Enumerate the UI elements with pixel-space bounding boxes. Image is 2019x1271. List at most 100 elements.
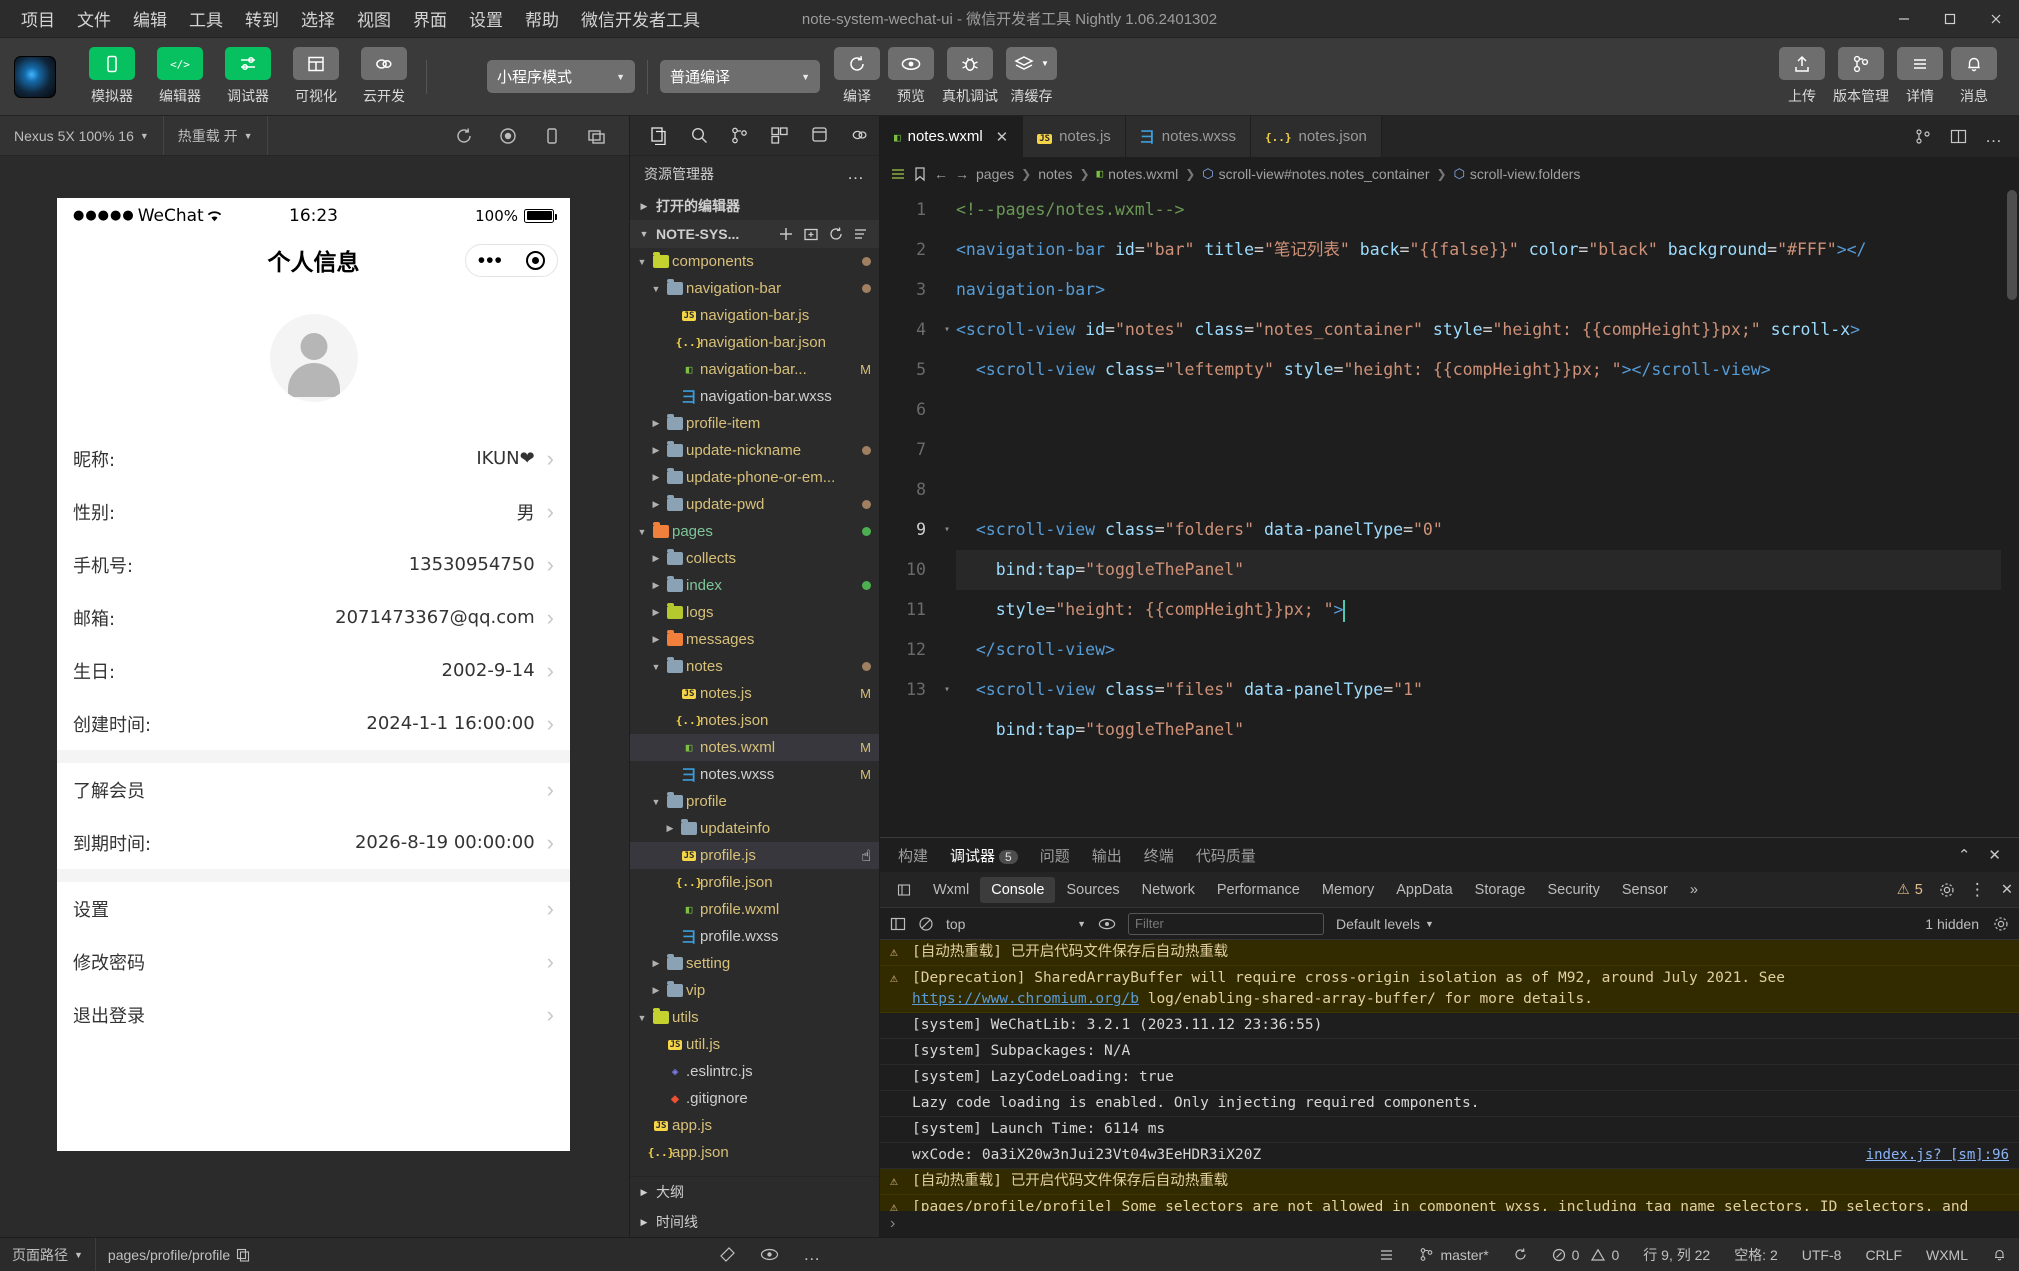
record-icon[interactable] xyxy=(499,127,517,145)
console-levels-select[interactable]: Default levels ▼ xyxy=(1336,916,1434,932)
fold-toggle[interactable] xyxy=(938,550,956,590)
collapse-panel-icon[interactable]: ⌃ xyxy=(1958,846,1971,864)
chevron-right-icon[interactable]: ▶ xyxy=(648,499,664,510)
bell-icon[interactable] xyxy=(1992,1247,2007,1262)
console-context-select[interactable]: top ▼ xyxy=(946,916,1086,932)
breadcrumb-item-2[interactable]: ◧ notes.wxml xyxy=(1097,166,1179,182)
chevron-down-icon[interactable]: ▼ xyxy=(634,1013,650,1023)
chevron-down-icon[interactable]: ▼ xyxy=(648,797,664,807)
layers-icon[interactable]: ▼ xyxy=(1006,47,1057,80)
copy-icon[interactable] xyxy=(236,1248,250,1262)
layout-icon[interactable] xyxy=(293,47,339,80)
editor-scrollbar[interactable] xyxy=(2007,190,2017,300)
tree-file[interactable]: ◈ .eslintrc.js xyxy=(630,1058,879,1085)
devtools-tab-5[interactable]: 代码质量 xyxy=(1196,845,1256,866)
sync-icon[interactable] xyxy=(1513,1247,1528,1262)
devtools-panel-tab-security[interactable]: Security xyxy=(1536,872,1610,907)
tree-file[interactable]: {..} app.json xyxy=(630,1139,879,1166)
toolbar-right-action-3[interactable]: 消息 xyxy=(1951,47,1997,106)
console-source-link[interactable]: index.js? [sm]:96 xyxy=(1866,1145,2009,1166)
fold-gutter[interactable]: ▾ ▾ ▾ xyxy=(938,190,956,837)
devtools-menu-icon[interactable] xyxy=(886,872,922,907)
open-editors-section[interactable]: ▶ 打开的编辑器 xyxy=(630,192,879,220)
tree-folder[interactable]: ▶ profile-item xyxy=(630,410,879,437)
toolbar-tool-3[interactable]: 可视化 xyxy=(286,47,346,106)
notification-bell[interactable] xyxy=(1980,1247,2019,1262)
tree-folder[interactable]: ▼ pages xyxy=(630,518,879,545)
tree-file[interactable]: {..} notes.json xyxy=(630,707,879,734)
toolbar-right-action-1[interactable]: 版本管理 xyxy=(1833,47,1889,106)
breadcrumb-list-icon[interactable] xyxy=(890,166,906,182)
console-filter-input[interactable]: Filter xyxy=(1128,912,1324,935)
tree-file[interactable]: JS app.js xyxy=(630,1112,879,1139)
extensions-icon[interactable] xyxy=(759,116,799,156)
editor-tab-notes-wxss[interactable]: 彐 notes.wxss xyxy=(1125,116,1251,157)
preview-eye-group[interactable] xyxy=(748,1238,791,1271)
tree-file[interactable]: JS profile.js ☝ xyxy=(630,842,879,869)
debug-icon[interactable] xyxy=(799,116,839,156)
fold-toggle[interactable]: ▾ xyxy=(938,510,956,550)
profile-row[interactable]: 昵称: IKUN❤ › xyxy=(57,432,570,485)
more-icon[interactable]: … xyxy=(803,1245,821,1265)
ruler-icon-group[interactable] xyxy=(707,1238,748,1271)
tree-folder[interactable]: ▶ messages xyxy=(630,626,879,653)
tree-folder[interactable]: ▶ update-nickname xyxy=(630,437,879,464)
source-control-icon[interactable] xyxy=(720,116,760,156)
code-icon[interactable]: </> xyxy=(157,47,203,80)
devtools-panel-tab-wxml[interactable]: Wxml xyxy=(922,872,980,907)
close-capsule-icon[interactable] xyxy=(526,251,546,270)
encoding-indicator[interactable]: UTF-8 xyxy=(1790,1247,1854,1263)
tree-folder[interactable]: ▶ updateinfo xyxy=(630,815,879,842)
cloud-icon[interactable] xyxy=(839,116,879,156)
toolbar-right-action-2[interactable]: 详情 xyxy=(1897,47,1943,106)
chevron-right-icon[interactable]: ▶ xyxy=(648,958,664,969)
toolbar-tool-2[interactable]: 调试器 xyxy=(218,47,278,106)
refresh-icon[interactable] xyxy=(455,127,473,145)
upload-icon[interactable] xyxy=(1779,47,1825,80)
profile-row[interactable]: 邮箱: 2071473367@qq.com › xyxy=(57,591,570,644)
sync-indicator[interactable] xyxy=(1501,1238,1540,1271)
chevron-right-icon[interactable]: ▶ xyxy=(662,823,678,834)
chevron-down-icon[interactable]: ▼ xyxy=(648,284,664,294)
editor-tab-notes-js[interactable]: JS notes.js xyxy=(1023,116,1126,157)
tree-file[interactable]: 彐 notes.wxss M xyxy=(630,761,879,788)
console-link[interactable]: https://www.chromium.org/b xyxy=(912,991,1139,1007)
menu-item-10[interactable]: 微信开发者工具 xyxy=(570,2,711,35)
profile-row[interactable]: 手机号: 13530954750 › xyxy=(57,538,570,591)
devtools-overflow-icon[interactable]: » xyxy=(1679,872,1709,907)
tree-folder[interactable]: ▶ collects xyxy=(630,545,879,572)
breadcrumb-item-0[interactable]: pages xyxy=(976,166,1014,182)
toolbar-action-1[interactable]: 预览 xyxy=(888,47,934,106)
avatar-container[interactable] xyxy=(57,287,570,432)
devtools-panel-tab-console[interactable]: Console xyxy=(980,876,1056,903)
avatar[interactable] xyxy=(269,314,358,402)
fold-toggle[interactable]: ▾ xyxy=(938,670,956,710)
menu-item-2[interactable]: 编辑 xyxy=(122,2,178,35)
layout-editor-icon[interactable] xyxy=(1950,128,1967,145)
files-icon[interactable] xyxy=(640,116,680,156)
fold-toggle[interactable] xyxy=(938,630,956,670)
toolbar-action-0[interactable]: 编译 xyxy=(834,47,880,106)
menu-item-1[interactable]: 文件 xyxy=(66,2,122,35)
search-icon[interactable] xyxy=(680,116,720,156)
fold-toggle[interactable]: ▾ xyxy=(938,310,956,350)
phone-icon[interactable] xyxy=(89,47,135,80)
tree-folder[interactable]: ▶ update-phone-or-em... xyxy=(630,464,879,491)
hotreload-select[interactable]: 热重载 开 ▼ xyxy=(164,116,268,155)
menu-item-9[interactable]: 帮助 xyxy=(514,2,570,35)
breadcrumb-item-3[interactable]: ⬡ scroll-view#notes.notes_container xyxy=(1202,166,1429,182)
split-editor-icon[interactable] xyxy=(1915,128,1932,145)
explorer-section-0[interactable]: ▶ 大纲 xyxy=(630,1177,879,1207)
tree-folder[interactable]: ▼ utils xyxy=(630,1004,879,1031)
cloud-icon[interactable] xyxy=(361,47,407,80)
tree-file[interactable]: ◧ notes.wxml M xyxy=(630,734,879,761)
eye-icon[interactable] xyxy=(760,1247,779,1262)
tree-file[interactable]: ◧ profile.wxml xyxy=(630,896,879,923)
editor-tab-notes-json[interactable]: {..} notes.json xyxy=(1251,116,1382,157)
fold-toggle[interactable] xyxy=(938,710,956,750)
devtools-tab-0[interactable]: 构建 xyxy=(898,845,928,866)
devtools-panel-tab-appdata[interactable]: AppData xyxy=(1385,872,1463,907)
tree-folder[interactable]: ▼ navigation-bar xyxy=(630,275,879,302)
chevron-right-icon[interactable]: ▶ xyxy=(648,985,664,996)
toolbar-right-action-0[interactable]: 上传 xyxy=(1779,47,1825,106)
